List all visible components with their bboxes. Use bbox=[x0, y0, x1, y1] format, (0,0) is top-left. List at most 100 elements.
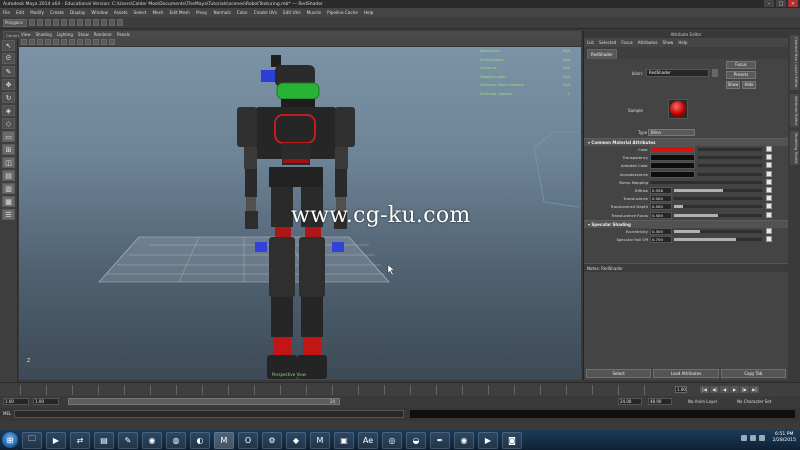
attribute-editor-menu-item-3[interactable]: Attributes bbox=[638, 40, 658, 45]
anim-end-field[interactable]: 48.00 bbox=[648, 398, 672, 405]
map-button-icon[interactable] bbox=[766, 195, 772, 202]
maya-lt-app-icon[interactable]: M bbox=[310, 431, 330, 449]
menu-item-13[interactable]: Create UVs bbox=[254, 10, 277, 15]
menu-item-5[interactable]: Window bbox=[91, 10, 108, 15]
menu-item-14[interactable]: Edit UVs bbox=[283, 10, 301, 15]
tab-redshader[interactable]: RedShader bbox=[587, 49, 617, 59]
viewport-menu-item-4[interactable]: Renderer bbox=[94, 32, 112, 37]
attribute-slider[interactable] bbox=[698, 156, 762, 160]
attribute-value-field[interactable]: 0.558 bbox=[650, 186, 672, 194]
gimp-app-icon[interactable]: ◒ bbox=[406, 431, 426, 449]
viewport-menu-item-2[interactable]: Lighting bbox=[57, 32, 73, 37]
attribute-slider[interactable] bbox=[674, 188, 762, 192]
side-by-side-layout-icon[interactable]: ◫ bbox=[2, 157, 15, 168]
menu-item-7[interactable]: Select bbox=[134, 10, 147, 15]
hide-button[interactable]: Hide bbox=[742, 81, 756, 89]
command-input[interactable] bbox=[14, 410, 404, 418]
menu-item-1[interactable]: Edit bbox=[16, 10, 24, 15]
paint-select-icon[interactable]: ✎ bbox=[2, 66, 15, 77]
settings-app-icon[interactable]: ⚙ bbox=[262, 431, 282, 449]
grid-icon[interactable] bbox=[45, 39, 51, 45]
presets-button[interactable]: Presets bbox=[726, 71, 756, 79]
attribute-slider[interactable] bbox=[674, 197, 762, 201]
attribute-color-swatch[interactable] bbox=[650, 170, 695, 178]
menu-item-17[interactable]: Help bbox=[364, 10, 374, 15]
map-button-icon[interactable] bbox=[766, 203, 772, 210]
single-pane-layout-icon[interactable]: ▭ bbox=[2, 131, 15, 142]
maya-app-icon[interactable]: M bbox=[214, 431, 234, 449]
anim-start-field[interactable]: 1.00 bbox=[3, 398, 29, 405]
snap-point-icon[interactable] bbox=[93, 19, 99, 26]
shadows-icon[interactable] bbox=[93, 39, 99, 45]
attribute-slider[interactable] bbox=[674, 205, 762, 209]
xray-icon[interactable] bbox=[101, 39, 107, 45]
time-ruler[interactable] bbox=[20, 385, 670, 395]
map-button-icon[interactable] bbox=[766, 186, 772, 193]
menu-item-4[interactable]: Display bbox=[70, 10, 85, 15]
open-scene-icon[interactable] bbox=[37, 19, 43, 26]
map-button-icon[interactable] bbox=[766, 162, 772, 169]
save-scene-icon[interactable] bbox=[45, 19, 51, 26]
menu-item-11[interactable]: Normals bbox=[213, 10, 230, 15]
attribute-color-swatch[interactable] bbox=[650, 154, 695, 162]
map-button-icon[interactable] bbox=[766, 146, 772, 152]
viewport-menu-item-3[interactable]: Show bbox=[78, 32, 89, 37]
current-frame-field[interactable]: 1.00 bbox=[675, 386, 687, 393]
pen-app-icon[interactable]: ✒ bbox=[430, 431, 450, 449]
map-button-icon[interactable] bbox=[766, 211, 772, 218]
four-pane-layout-icon[interactable]: ⊞ bbox=[2, 144, 15, 155]
viewport-menu-item-1[interactable]: Shading bbox=[36, 32, 52, 37]
tray-volume-icon[interactable] bbox=[759, 435, 766, 441]
capture-app-icon[interactable]: ◙ bbox=[502, 431, 522, 449]
select-tool-icon[interactable]: ↖ bbox=[2, 40, 15, 51]
attribute-value-field[interactable]: 0.700 bbox=[650, 235, 672, 243]
map-button-icon[interactable] bbox=[766, 227, 772, 234]
menu-item-2[interactable]: Modify bbox=[30, 10, 44, 15]
attribute-editor-button-0[interactable]: Select bbox=[586, 369, 652, 378]
mudbox-app-icon[interactable]: ◆ bbox=[286, 431, 306, 449]
attribute-value-field[interactable]: 0.300 bbox=[650, 227, 672, 235]
folder-app-icon[interactable]: 🗀 bbox=[22, 431, 42, 449]
viewport-menu-item-5[interactable]: Panels bbox=[117, 32, 130, 37]
film-gate-icon[interactable] bbox=[53, 39, 59, 45]
attribute-slider[interactable] bbox=[698, 164, 762, 168]
video-app-icon[interactable]: ▶ bbox=[478, 431, 498, 449]
minimize-icon[interactable]: – bbox=[764, 0, 774, 7]
attribute-value-field[interactable]: 0.000 bbox=[650, 195, 672, 203]
media-app-icon[interactable]: ◐ bbox=[190, 431, 210, 449]
menu-item-15[interactable]: Muscle bbox=[307, 10, 322, 15]
chrome-app-icon[interactable]: ◉ bbox=[142, 431, 162, 449]
new-scene-icon[interactable] bbox=[29, 19, 35, 26]
last-tool-icon[interactable]: ◇ bbox=[2, 118, 15, 129]
range-end-field[interactable]: 24.00 bbox=[618, 398, 642, 405]
attribute-slider[interactable] bbox=[674, 229, 762, 233]
specular-shading-header[interactable]: Specular Shading bbox=[584, 219, 788, 228]
type-dropdown[interactable]: Blinn bbox=[648, 129, 695, 136]
go-to-start-icon[interactable]: |◀ bbox=[700, 386, 709, 393]
side-tab-2[interactable]: Modeling Toolkit bbox=[790, 130, 799, 166]
outliner-layout-icon[interactable]: ☰ bbox=[2, 209, 15, 220]
menu-set-dropdown[interactable]: Polygons bbox=[3, 18, 27, 27]
move-tool-icon[interactable]: ✥ bbox=[2, 79, 15, 90]
system-clock[interactable]: 6:51 PM 2/28/2015 bbox=[772, 432, 796, 444]
attribute-slider[interactable] bbox=[674, 237, 762, 241]
attribute-editor-menu-item-1[interactable]: Selected bbox=[599, 40, 616, 45]
attribute-slider[interactable] bbox=[674, 213, 762, 217]
anim-layer-dropdown[interactable]: No Anim Layer bbox=[688, 399, 717, 404]
map-button-icon[interactable] bbox=[766, 154, 772, 161]
snap-curve-icon[interactable] bbox=[85, 19, 91, 26]
common-material-attributes-header[interactable]: Common Material Attributes bbox=[584, 138, 788, 146]
select-object-icon[interactable] bbox=[61, 19, 67, 26]
lasso-tool-icon[interactable]: ᘓ bbox=[2, 53, 15, 64]
render-icon[interactable] bbox=[101, 19, 107, 26]
persp-outliner-layout-icon[interactable]: ▤ bbox=[2, 170, 15, 181]
attribute-slider[interactable] bbox=[698, 172, 762, 176]
network-app-icon[interactable]: ⇄ bbox=[70, 431, 90, 449]
isolate-icon[interactable] bbox=[109, 39, 115, 45]
show-button[interactable]: Show bbox=[726, 81, 740, 89]
perspective-viewport[interactable]: View Shading Lighting Show Renderer Panels bbox=[19, 31, 581, 380]
menu-item-16[interactable]: Pipeline Cache bbox=[327, 10, 358, 15]
media-player-app-icon[interactable]: ▶ bbox=[46, 431, 66, 449]
focus-button[interactable]: Focus bbox=[726, 61, 756, 69]
opera-app-icon[interactable]: O bbox=[238, 431, 258, 449]
